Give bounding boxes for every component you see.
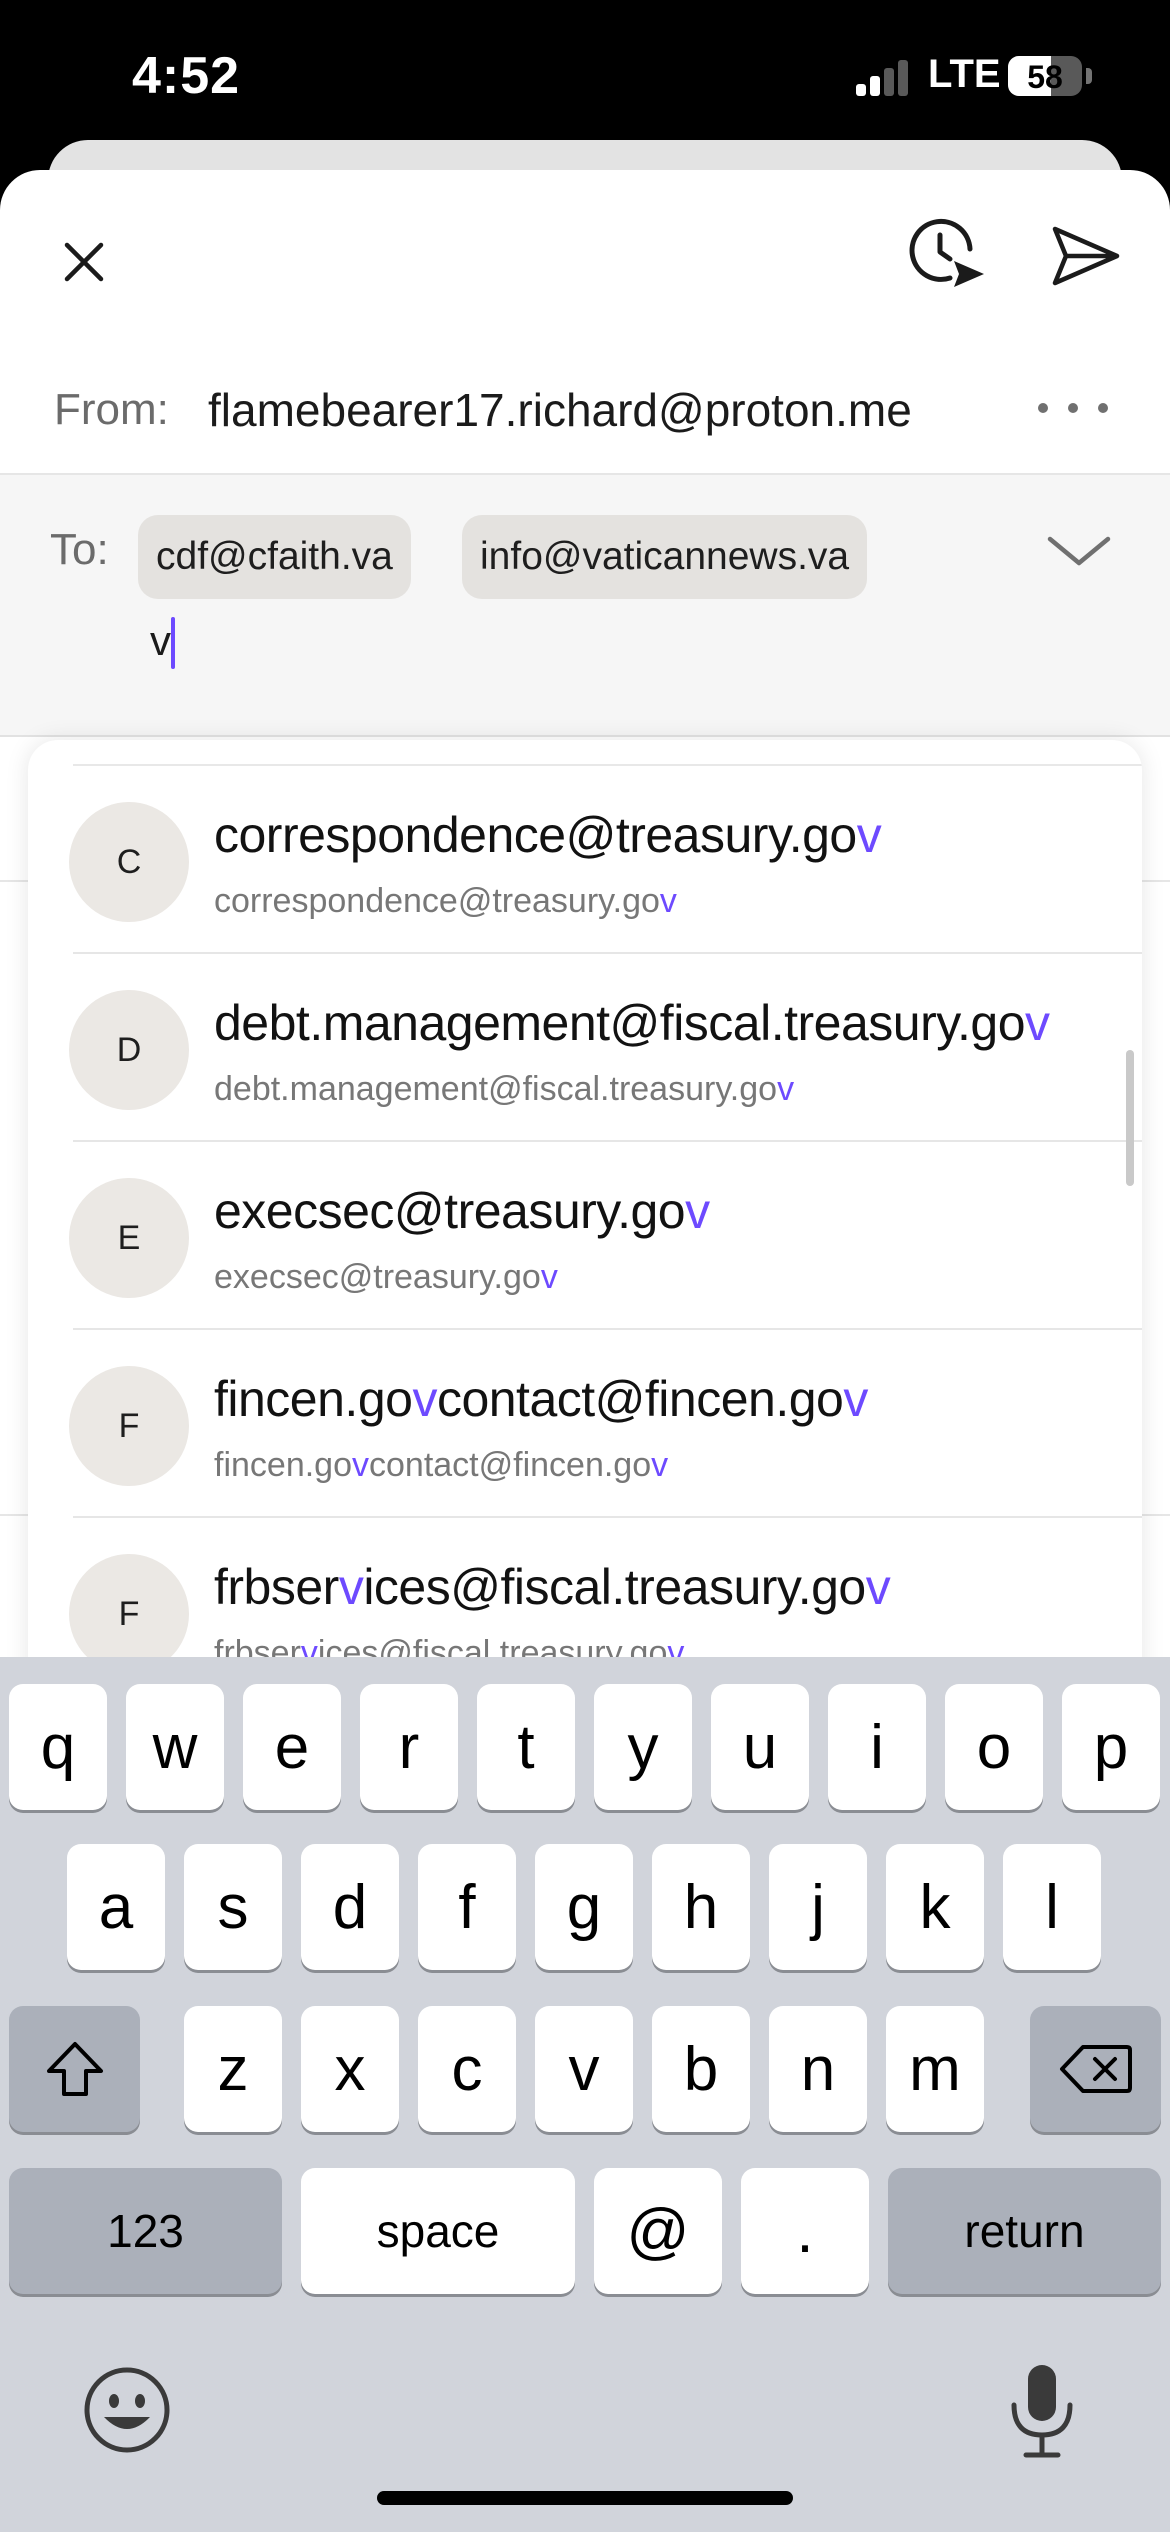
to-label: To: (50, 525, 109, 574)
avatar: F (69, 1554, 189, 1674)
suggestion-item[interactable]: E execsec@treasury.gov execsec@treasury.… (28, 1142, 1142, 1330)
send-icon (1052, 226, 1120, 286)
battery-percent: 58 (1027, 59, 1063, 95)
suggestion-email: execsec@treasury.gov (214, 1258, 558, 1296)
microphone-icon (1011, 2365, 1073, 2458)
emoji-button[interactable] (82, 2365, 172, 2455)
keyboard: q w e r t y u i o p a s d f g h j k l z … (0, 1657, 1170, 2532)
shift-key[interactable] (9, 2006, 140, 2132)
suggestion-name: correspondence@treasury.gov (214, 807, 882, 863)
close-icon (64, 242, 104, 282)
more-dot-icon (1068, 403, 1078, 413)
cellular-signal-icon (856, 60, 910, 96)
recipient-chip[interactable]: cdf@cfaith.va (138, 515, 411, 599)
battery-icon: 58 (1008, 56, 1082, 96)
suggestion-name: execsec@treasury.gov (214, 1183, 710, 1239)
status-bar: 4:52 LTE 58 (0, 0, 1170, 160)
shift-icon (46, 2042, 103, 2096)
key-w[interactable]: w (126, 1684, 224, 1810)
key-c[interactable]: c (418, 2006, 516, 2132)
key-a[interactable]: a (67, 1844, 165, 1970)
backspace-icon (1059, 2045, 1132, 2093)
key-f[interactable]: f (418, 1844, 516, 1970)
avatar: E (69, 1178, 189, 1298)
key-h[interactable]: h (652, 1844, 750, 1970)
more-dot-icon (1098, 403, 1108, 413)
battery-tip (1086, 68, 1092, 84)
avatar: F (69, 1366, 189, 1486)
key-l[interactable]: l (1003, 1844, 1101, 1970)
key-o[interactable]: o (945, 1684, 1043, 1810)
key-j[interactable]: j (769, 1844, 867, 1970)
from-address[interactable]: flamebearer17.richard@proton.me (208, 383, 912, 437)
network-type: LTE (928, 52, 1001, 96)
send-button[interactable] (1046, 216, 1126, 296)
suggestion-name: frbservices@fiscal.treasury.gov (214, 1559, 891, 1615)
key-i[interactable]: i (828, 1684, 926, 1810)
suggestion-email: fincen.govcontact@fincen.gov (214, 1446, 669, 1484)
key-r[interactable]: r (360, 1684, 458, 1810)
emoji-icon (84, 2367, 170, 2453)
key-n[interactable]: n (769, 2006, 867, 2132)
home-indicator (377, 2491, 793, 2505)
suggestion-item[interactable]: F fincen.govcontact@fincen.gov fincen.go… (28, 1330, 1142, 1518)
at-key[interactable]: @ (594, 2168, 722, 2294)
close-button[interactable] (52, 230, 116, 294)
suggestion-email: correspondence@treasury.gov (214, 882, 677, 920)
dictation-button[interactable] (1004, 2361, 1080, 2461)
key-g[interactable]: g (535, 1844, 633, 1970)
suggestion-name: fincen.govcontact@fincen.gov (214, 1371, 868, 1427)
key-e[interactable]: e (243, 1684, 341, 1810)
delete-key[interactable] (1030, 2006, 1161, 2132)
suggestion-item[interactable]: C correspondence@treasury.gov correspond… (28, 766, 1142, 954)
suggestion-name: debt.management@fiscal.treasury.gov (214, 995, 1050, 1051)
suggestion-item[interactable]: D debt.management@fiscal.treasury.gov de… (28, 954, 1142, 1142)
key-z[interactable]: z (184, 2006, 282, 2132)
more-dot-icon (1038, 403, 1048, 413)
period-key[interactable]: . (741, 2168, 869, 2294)
scrollbar[interactable] (1126, 1050, 1134, 1186)
key-u[interactable]: u (711, 1684, 809, 1810)
schedule-send-button[interactable] (904, 212, 988, 298)
chevron-down-icon (1047, 536, 1111, 566)
from-row: From: flamebearer17.richard@proton.me (0, 345, 1170, 475)
key-x[interactable]: x (301, 2006, 399, 2132)
key-k[interactable]: k (886, 1844, 984, 1970)
key-d[interactable]: d (301, 1844, 399, 1970)
key-b[interactable]: b (652, 2006, 750, 2132)
key-v[interactable]: v (535, 2006, 633, 2132)
avatar: D (69, 990, 189, 1110)
numbers-key[interactable]: 123 (9, 2168, 282, 2294)
key-m[interactable]: m (886, 2006, 984, 2132)
recipient-input[interactable]: v (150, 617, 171, 665)
text-caret (171, 617, 175, 669)
avatar: C (69, 802, 189, 922)
recipient-chip[interactable]: info@vaticannews.va (462, 515, 868, 599)
space-key[interactable]: space (301, 2168, 575, 2294)
from-label: From: (54, 385, 169, 434)
key-t[interactable]: t (477, 1684, 575, 1810)
key-q[interactable]: q (9, 1684, 107, 1810)
suggestion-email: debt.management@fiscal.treasury.gov (214, 1070, 795, 1108)
expand-recipients-button[interactable] (1044, 525, 1114, 575)
schedule-send-icon (909, 218, 984, 287)
key-s[interactable]: s (184, 1844, 282, 1970)
key-p[interactable]: p (1062, 1684, 1160, 1810)
more-options-button[interactable] (1038, 393, 1108, 423)
to-row: To: cdf@cfaith.va info@vaticannews.va v (0, 475, 1170, 737)
return-key[interactable]: return (888, 2168, 1161, 2294)
status-time: 4:52 (132, 47, 241, 105)
key-y[interactable]: y (594, 1684, 692, 1810)
